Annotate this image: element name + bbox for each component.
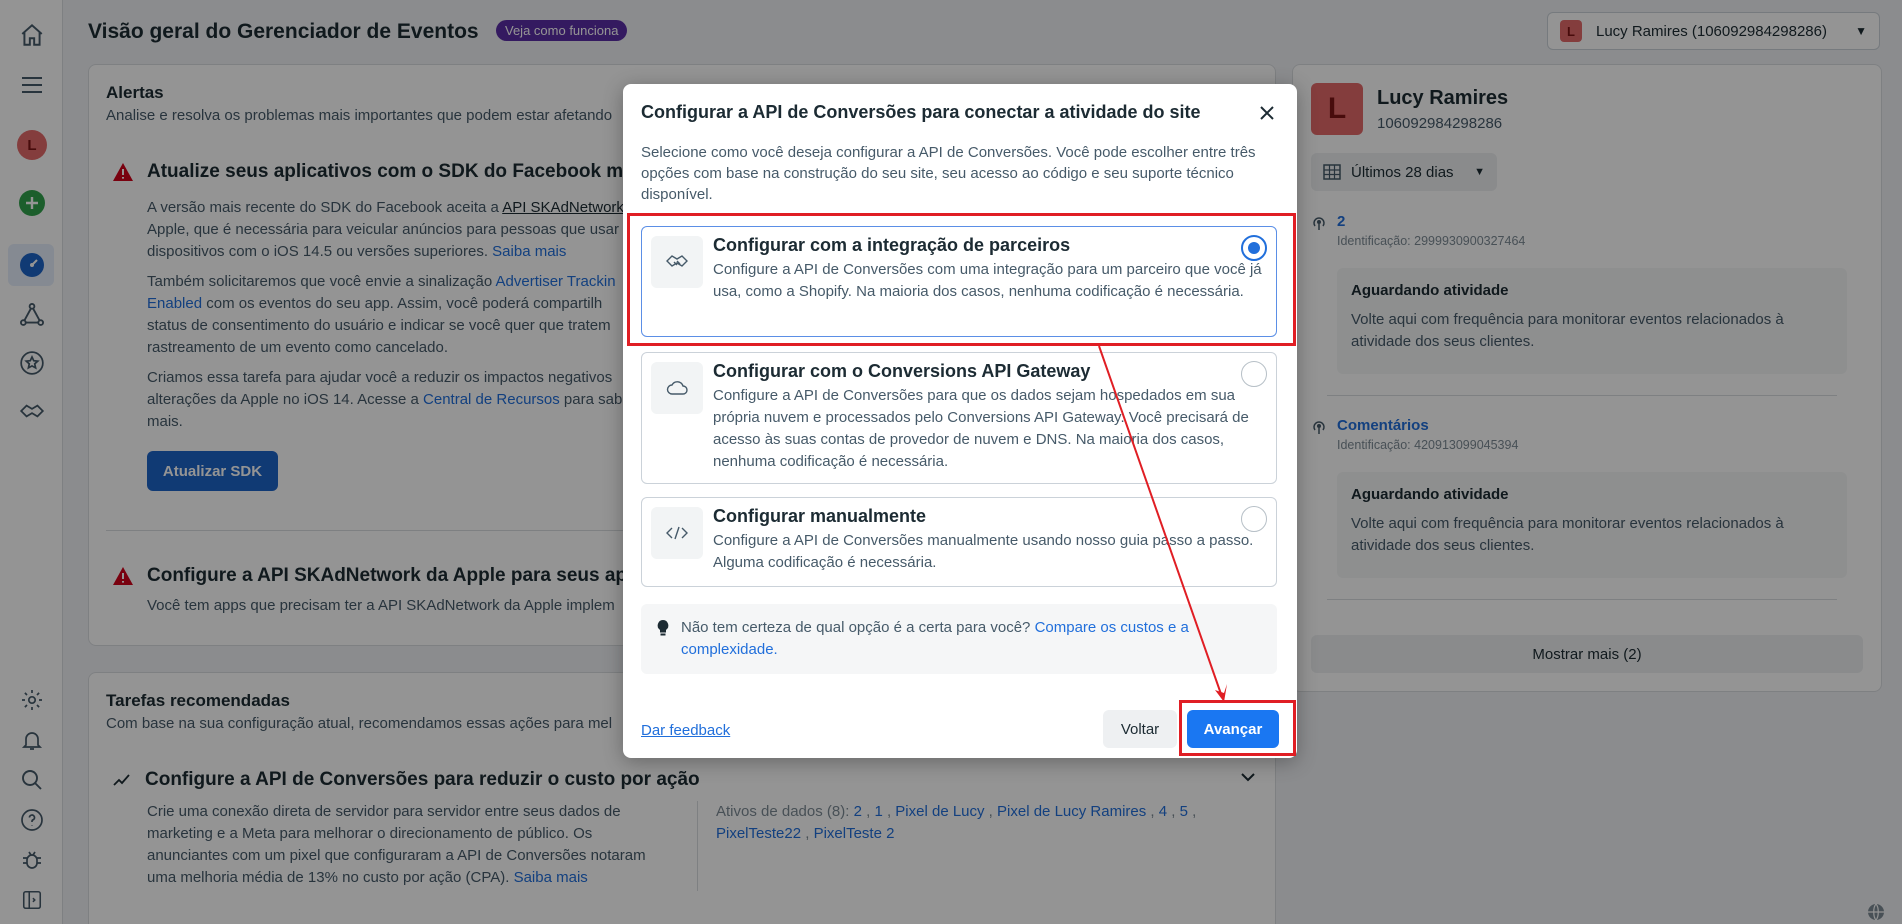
option-title: Configurar com o Conversions API Gateway [713, 361, 1091, 381]
option-manual-setup[interactable]: Configurar manualmente Configure a API d… [641, 497, 1277, 587]
option-partner-integration[interactable]: Configurar com a integração de parceiros… [641, 226, 1277, 337]
code-icon [651, 507, 703, 559]
option-radio[interactable] [1241, 235, 1267, 261]
hint-text: Não tem certeza de qual opção é a certa … [681, 619, 1035, 636]
dialog-description: Selecione como você deseja configurar a … [641, 144, 1256, 203]
option-description: Configure a API de Conversões manualment… [713, 532, 1254, 571]
conversions-api-setup-dialog: Configurar a API de Conversões para cone… [623, 84, 1297, 758]
cloud-icon [651, 362, 703, 414]
option-description: Configure a API de Conversões com uma in… [713, 261, 1262, 300]
close-icon[interactable] [1255, 101, 1279, 125]
dialog-title: Configurar a API de Conversões para cone… [641, 102, 1201, 122]
option-radio[interactable] [1241, 506, 1267, 532]
next-button[interactable]: Avançar [1187, 710, 1279, 748]
option-title: Configurar manualmente [713, 506, 927, 526]
comparison-hint: Não tem certeza de qual opção é a certa … [641, 604, 1277, 674]
option-description: Configure a API de Conversões para que o… [713, 387, 1249, 470]
option-radio[interactable] [1241, 361, 1267, 387]
option-conversions-api-gateway[interactable]: Configurar com o Conversions API Gateway… [641, 352, 1277, 484]
back-button[interactable]: Voltar [1103, 710, 1177, 748]
option-title: Configurar com a integração de parceiros [713, 235, 1071, 255]
lightbulb-icon [657, 620, 669, 636]
handshake-icon [651, 236, 703, 288]
feedback-link[interactable]: Dar feedback [641, 722, 730, 739]
